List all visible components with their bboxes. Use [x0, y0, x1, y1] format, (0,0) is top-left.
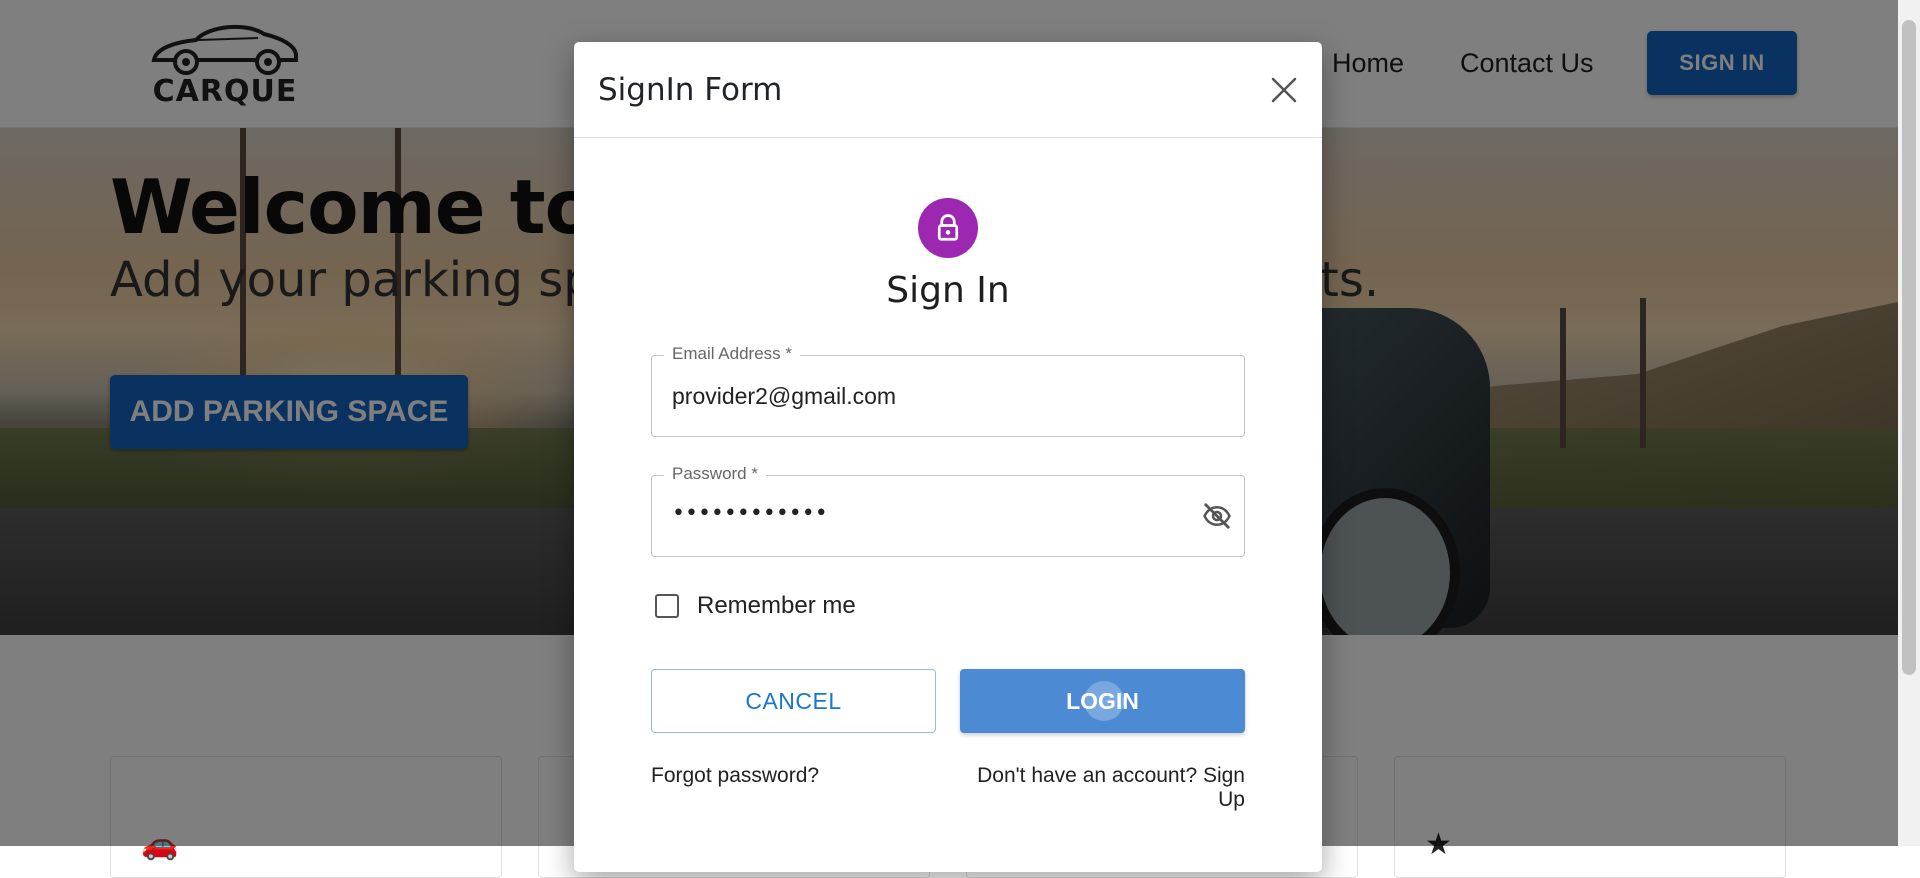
- password-field-label: Password *: [664, 464, 766, 484]
- remember-me-label[interactable]: Remember me: [697, 592, 856, 620]
- password-visibility-toggle[interactable]: [1200, 501, 1234, 531]
- eye-off-icon: [1203, 503, 1231, 529]
- close-icon: [1271, 77, 1297, 103]
- signin-modal: SignIn Form Sign In Email Address * Pass…: [574, 42, 1322, 872]
- login-button[interactable]: LOGIN: [960, 669, 1245, 733]
- lock-avatar: [918, 198, 978, 258]
- cancel-button[interactable]: CANCEL: [651, 669, 936, 733]
- page-scrollbar-thumb[interactable]: [1902, 20, 1916, 675]
- password-field[interactable]: Password * ••••••••••••: [651, 464, 1245, 557]
- signin-heading: Sign In: [886, 270, 1010, 311]
- modal-title: SignIn Form: [598, 72, 783, 108]
- email-field[interactable]: Email Address *: [651, 344, 1245, 437]
- modal-header: SignIn Form: [574, 42, 1322, 138]
- email-field-label: Email Address *: [664, 344, 800, 364]
- modal-close-button[interactable]: [1264, 70, 1304, 110]
- lock-icon: [937, 214, 959, 241]
- signup-link[interactable]: Don't have an account? Sign Up: [946, 764, 1245, 812]
- email-input[interactable]: [672, 376, 1192, 416]
- remember-me-checkbox[interactable]: [655, 594, 679, 618]
- password-input[interactable]: ••••••••••••: [672, 501, 828, 526]
- login-button-label: LOGIN: [1066, 687, 1139, 714]
- remember-me-row[interactable]: Remember me: [651, 588, 856, 624]
- forgot-password-link[interactable]: Forgot password?: [651, 764, 819, 788]
